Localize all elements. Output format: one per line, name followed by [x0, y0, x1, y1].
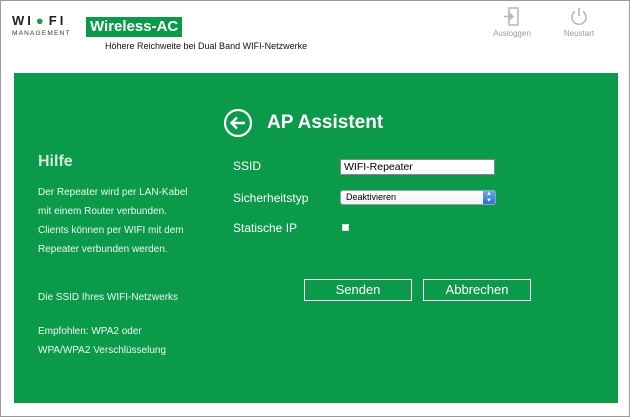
- help-title: Hilfe: [38, 153, 73, 170]
- logout-icon: [504, 7, 519, 26]
- logo-dot-icon: ●: [35, 13, 47, 28]
- security-type-label: Sicherheitstyp: [233, 191, 309, 205]
- product-subtitle: Höhere Reichweite bei Dual Band WIFI-Net…: [105, 41, 308, 51]
- ssid-label: SSID: [233, 159, 262, 173]
- static-ip-checkbox[interactable]: [342, 224, 349, 231]
- logo-subtitle: MANAGEMENT: [12, 30, 71, 37]
- restart-button[interactable]: Neustart: [549, 7, 609, 38]
- help-text-ssid: Die SSID Ihres WIFI-Netzwerks: [38, 292, 179, 303]
- restart-label: Neustart: [563, 29, 595, 38]
- logo-text-right: FI: [48, 13, 67, 28]
- static-ip-label: Statische IP: [233, 221, 298, 235]
- cancel-button[interactable]: Abbrechen: [423, 279, 531, 301]
- back-arrow-icon[interactable]: [223, 108, 253, 138]
- send-button[interactable]: Senden: [304, 279, 412, 301]
- logo-text-left: WI: [12, 13, 34, 28]
- logout-label: Ausloggen: [493, 29, 531, 38]
- product-title: Wireless-AC: [86, 17, 183, 37]
- logout-button[interactable]: Ausloggen: [482, 7, 542, 38]
- logo-wordmark: WI ● FI: [12, 13, 82, 28]
- power-icon: [571, 8, 587, 25]
- help-text-security: Empfohlen: WPA2 oder WPA/WPA2 Verschlüss…: [38, 326, 167, 356]
- wifi-management-logo: WI ● FI MANAGEMENT: [12, 13, 82, 37]
- page-title: AP Assistent: [223, 108, 383, 138]
- security-type-value: Deaktivieren: [346, 192, 397, 202]
- help-text-repeater: Der Repeater wird per LAN-Kabel mit eine…: [38, 187, 188, 255]
- app-window: WI ● FI MANAGEMENT Wireless-AC Höhere Reic…: [0, 0, 630, 417]
- ssid-input[interactable]: [340, 159, 495, 175]
- security-type-select[interactable]: Deaktivieren ▴ ▾: [340, 190, 496, 205]
- page-title-text: AP Assistent: [267, 112, 384, 133]
- select-chevron-icon: ▴ ▾: [483, 190, 495, 204]
